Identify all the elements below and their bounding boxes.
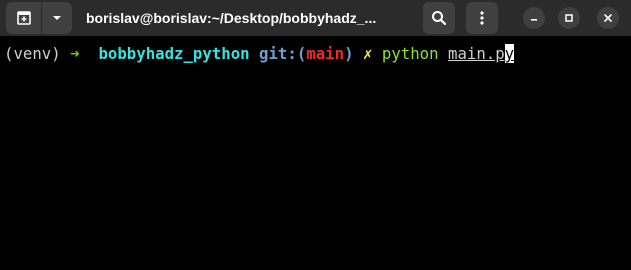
git-branch: main — [306, 44, 345, 63]
terminal-view[interactable]: (venv) ➜ bobbyhadz_python git:(main) ✗ p… — [0, 36, 631, 270]
close-button[interactable] — [597, 7, 619, 29]
tab-menu-button[interactable] — [42, 2, 72, 34]
maximize-icon — [565, 14, 573, 22]
maximize-button[interactable] — [558, 7, 580, 29]
text-cursor: y — [504, 44, 515, 63]
minimize-button[interactable] — [523, 7, 545, 29]
main-menu-button[interactable] — [466, 2, 498, 34]
minimize-icon — [531, 19, 537, 21]
window-title: borislav@borislav:~/Desktop/bobbyhadz_..… — [86, 10, 377, 26]
new-tab-icon — [17, 11, 31, 25]
close-icon — [604, 14, 612, 22]
terminal-window: borislav@borislav:~/Desktop/bobbyhadz_..… — [0, 0, 631, 270]
git-label: git:( — [259, 44, 307, 63]
command-argument: main.p — [448, 44, 505, 63]
git-dirty-mark: ✗ — [362, 44, 373, 63]
prompt-arrow: ➜ — [70, 44, 80, 63]
search-button[interactable] — [423, 2, 455, 34]
command-text: python — [381, 44, 439, 63]
new-tab-button[interactable] — [6, 2, 42, 34]
prompt-line: (venv) ➜ bobbyhadz_python git:(main) ✗ p… — [4, 44, 515, 64]
git-label-close: ) — [344, 44, 354, 63]
kebab-menu-icon — [480, 11, 484, 25]
header-bar: borislav@borislav:~/Desktop/bobbyhadz_..… — [0, 0, 631, 36]
chevron-down-icon — [53, 16, 61, 20]
venv-indicator: (venv) — [4, 44, 61, 63]
current-directory: bobbyhadz_python — [98, 44, 250, 63]
search-icon — [432, 11, 447, 26]
